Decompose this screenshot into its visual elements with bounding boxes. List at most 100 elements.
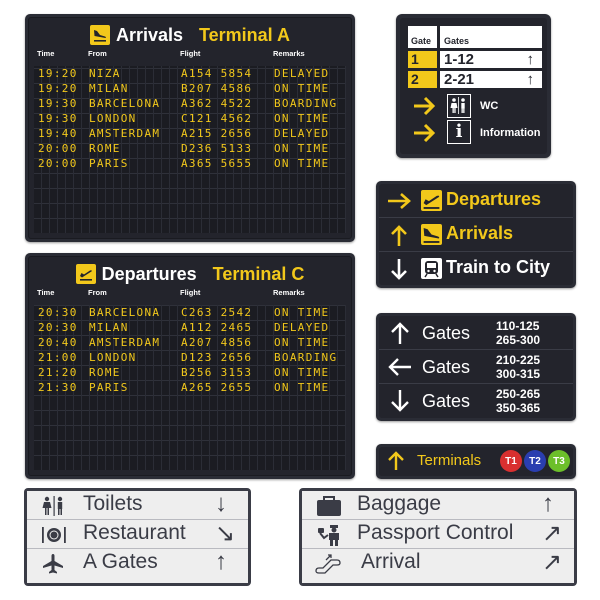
flight-number: A207 4856 bbox=[181, 336, 253, 349]
flight-number: D123 2656 bbox=[181, 351, 253, 364]
column-header-from: From bbox=[88, 288, 107, 297]
departures-board-title: Departures Terminal C bbox=[29, 257, 351, 287]
toilets-icon bbox=[447, 94, 471, 118]
gates-row: Gates 210-225 300-315 bbox=[379, 350, 573, 384]
flight-number: A215 2656 bbox=[181, 127, 253, 140]
baggage-icon bbox=[317, 496, 341, 516]
arrow-right-icon bbox=[388, 193, 411, 209]
flight-remarks: DELAYED bbox=[274, 127, 330, 140]
flight-remarks: ON TIME bbox=[274, 82, 330, 95]
departures-terminal: Terminal C bbox=[212, 263, 305, 284]
arrival-label: Arrival bbox=[361, 550, 421, 573]
flight-row: 20:00 ROME D236 5133 ON TIME bbox=[34, 141, 346, 156]
flight-remarks: BOARDING bbox=[274, 351, 338, 364]
arrow-up-icon: ↑ bbox=[215, 548, 227, 575]
column-header-flight: Flight bbox=[180, 49, 201, 58]
arrivals-board-title: Arrivals Terminal A bbox=[29, 18, 351, 48]
gate-range: 250-265 bbox=[496, 387, 541, 401]
column-header-time: Time bbox=[37, 49, 55, 58]
arrow-left-icon bbox=[388, 358, 411, 376]
flight-row: 19:30 LONDON C121 4562 ON TIME bbox=[34, 111, 346, 126]
flight-row: 20:40 AMSTERDAM A207 4856 ON TIME bbox=[34, 335, 346, 350]
flight-time: 19:20 bbox=[38, 82, 78, 95]
gate-range: 2-21 bbox=[444, 71, 475, 88]
direction-sign: Departures Arrivals Train to City bbox=[376, 181, 576, 288]
airplane-icon bbox=[43, 554, 63, 574]
arrivals-terminal: Terminal A bbox=[199, 24, 291, 45]
terminal-badge-t1: T1 bbox=[500, 450, 522, 472]
terminal-badge-t2: T2 bbox=[524, 450, 546, 472]
arrow-up-right-icon: ↗ bbox=[542, 549, 563, 576]
facilities-sign: Toilets ↓ Restaurant ↘ A Gates ↑ bbox=[24, 488, 251, 586]
gate-range-cell: 1-12 ↑ bbox=[440, 51, 542, 68]
service-row: Passport Control ↗ bbox=[302, 520, 574, 549]
a-gates-label: A Gates bbox=[83, 550, 158, 573]
flight-number: B256 3153 bbox=[181, 366, 253, 379]
gate-range: 300-315 bbox=[496, 367, 541, 381]
gate-number-cell: 1 bbox=[408, 51, 437, 68]
restaurant-icon bbox=[42, 527, 66, 543]
gate-number-cell: 2 bbox=[408, 71, 437, 88]
flight-remarks: ON TIME bbox=[274, 306, 330, 319]
flight-row: 19:30 BARCELONA A362 4522 BOARDING bbox=[34, 96, 346, 111]
column-header-remarks: Remarks bbox=[273, 288, 305, 297]
gates-sign: Gates 110-125 265-300 Gates 210-225 300-… bbox=[376, 313, 576, 421]
gate-header-cell: Gate bbox=[408, 26, 437, 48]
flight-destination: PARIS bbox=[89, 381, 129, 394]
arrow-down-icon bbox=[391, 259, 407, 280]
flight-remarks: ON TIME bbox=[274, 142, 330, 155]
gate-number: 1 bbox=[411, 51, 419, 67]
flight-row: 21:00 LONDON D123 2656 BOARDING bbox=[34, 350, 346, 365]
information-label: Information bbox=[480, 127, 541, 139]
flight-row: 21:30 PARIS A265 2655 ON TIME bbox=[34, 380, 346, 395]
flight-number: B207 4586 bbox=[181, 82, 253, 95]
arrivals-title: Arrivals bbox=[115, 24, 183, 45]
departures-label: Departures bbox=[446, 189, 542, 209]
flight-remarks: DELAYED bbox=[274, 321, 330, 334]
terminals-label: Terminals bbox=[417, 452, 482, 469]
flight-row: 20:00 PARIS A365 5655 ON TIME bbox=[34, 156, 346, 171]
flight-number: D236 5133 bbox=[181, 142, 253, 155]
arrivals-board: Arrivals Terminal A Time From Flight Rem… bbox=[25, 14, 355, 242]
flight-origin: BARCELONA bbox=[89, 97, 161, 110]
facility-row: Toilets ↓ bbox=[27, 490, 248, 520]
flight-number: C263 2542 bbox=[181, 306, 253, 319]
flight-number: A362 4522 bbox=[181, 97, 253, 110]
flight-time: 19:40 bbox=[38, 127, 78, 140]
gates-label: Gates bbox=[422, 357, 471, 377]
gate-sign: Gate Gates 1 1-12 ↑ 2 2-21 ↑ WC i Informat… bbox=[396, 14, 551, 158]
gates-header-cell: Gates bbox=[440, 26, 542, 48]
plane-landing-icon bbox=[421, 224, 442, 245]
direction-row-arrivals: Arrivals bbox=[379, 218, 573, 252]
flight-time: 21:00 bbox=[38, 351, 78, 364]
flight-row: 20:30 MILAN A112 2465 DELAYED bbox=[34, 320, 346, 335]
gates-row: Gates 110-125 265-300 bbox=[379, 316, 573, 350]
flight-destination: ROME bbox=[89, 366, 121, 379]
gate-range: 265-300 bbox=[496, 333, 541, 347]
restaurant-label: Restaurant bbox=[83, 521, 186, 544]
arrow-right-icon bbox=[412, 96, 436, 121]
flight-origin: PARIS bbox=[89, 157, 129, 170]
flight-origin: NIZA bbox=[89, 67, 121, 80]
gate-range-cell: 2-21 ↑ bbox=[440, 71, 542, 88]
arrow-up-icon: ↑ bbox=[526, 51, 535, 68]
flight-origin: MILAN bbox=[89, 82, 129, 95]
flight-time: 20:00 bbox=[38, 142, 78, 155]
arrow-down-icon: ↓ bbox=[215, 490, 227, 517]
arrow-up-right-icon: ↗ bbox=[542, 520, 563, 547]
flight-number: A265 2655 bbox=[181, 381, 253, 394]
flight-destination: LONDON bbox=[89, 351, 137, 364]
information-icon: i bbox=[447, 120, 471, 144]
plane-takeoff-icon bbox=[75, 264, 96, 284]
passport-control-label: Passport Control bbox=[357, 521, 514, 544]
flight-destination: AMSTERDAM bbox=[89, 336, 161, 349]
direction-row-departures: Departures bbox=[379, 184, 573, 218]
flight-time: 20:30 bbox=[38, 321, 78, 334]
arrow-down-right-icon: ↘ bbox=[215, 520, 236, 547]
flight-remarks: ON TIME bbox=[274, 112, 330, 125]
column-header-flight: Flight bbox=[180, 288, 201, 297]
column-header-from: From bbox=[88, 49, 107, 58]
flight-remarks: ON TIME bbox=[274, 157, 330, 170]
flight-origin: LONDON bbox=[89, 112, 137, 125]
flight-time: 21:30 bbox=[38, 381, 78, 394]
